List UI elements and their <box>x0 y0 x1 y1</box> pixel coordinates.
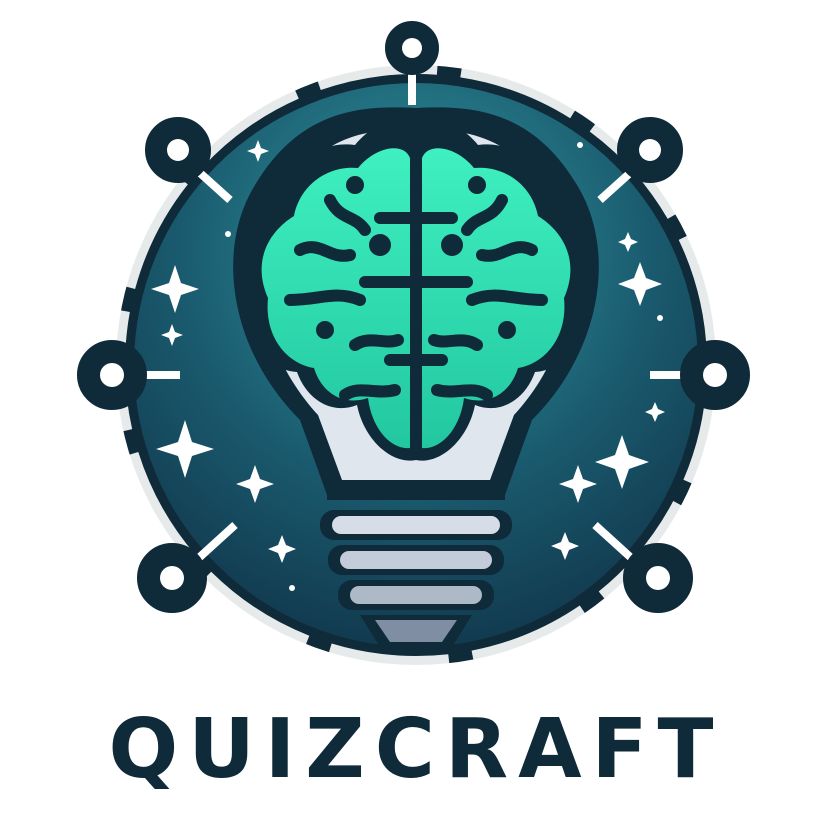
brand-wordmark: QUIZCRAFT <box>108 702 724 797</box>
logo-canvas: QUIZCRAFT <box>0 0 832 832</box>
quizcraft-emblem <box>77 21 750 666</box>
